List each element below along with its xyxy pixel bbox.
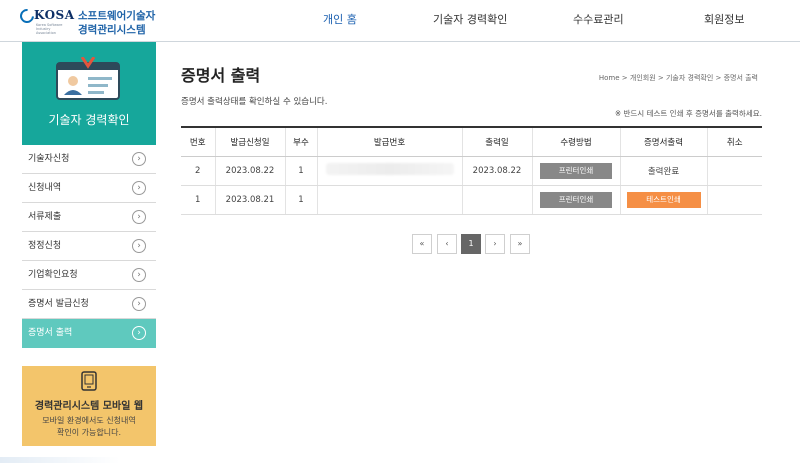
sidebar-item-engineer-apply[interactable]: 기술자신청 ›	[22, 145, 156, 174]
chevron-right-icon: ›	[132, 268, 146, 282]
column-header-print-date: 출력일	[461, 126, 532, 157]
cell-copies: 1	[284, 185, 317, 215]
sidebar-item-correction-request[interactable]: 정정신청 ›	[22, 232, 156, 261]
column-header-no: 번호	[181, 126, 215, 157]
cell-copies: 1	[284, 156, 317, 186]
chevron-right-icon: ›	[132, 297, 146, 311]
sidebar-item-document-submit[interactable]: 서류제출 ›	[22, 203, 156, 232]
print-notice: ※ 반드시 테스트 인쇄 후 증명서를 출력하세요.	[614, 109, 762, 118]
header: KOSA Korea Software Industry Association…	[0, 0, 800, 42]
sidebar-title: 기술자 경력확인	[48, 113, 130, 127]
mobile-web-banner[interactable]: 경력관리시스템 모바일 웹 모바일 환경에서도 신청내역 확인이 가능합니다.	[22, 366, 156, 446]
cell-cancel	[706, 156, 762, 186]
certificate-table: 번호 발급신청일 부수 발급번호 출력일 수령방법 증명서출력 취소 2 202…	[181, 126, 762, 215]
breadcrumb: Home > 개인회원 > 기술자 경력확인 > 증명서 출력	[598, 74, 758, 82]
redacted-issue-number	[325, 163, 454, 175]
chevron-right-icon: ›	[132, 210, 146, 224]
table-header-row: 번호 발급신청일 부수 발급번호 출력일 수령방법 증명서출력 취소	[181, 126, 762, 157]
sidebar-item-label: 증명서 출력	[28, 328, 73, 338]
sidebar-item-application-history[interactable]: 신청내역 ›	[22, 174, 156, 203]
next-page-button[interactable]: ›	[485, 234, 505, 254]
nav-career-check[interactable]: 기술자 경력확인	[433, 11, 507, 27]
test-print-button[interactable]: 테스트인쇄	[626, 191, 701, 208]
mobile-banner-description: 모바일 환경에서도 신청내역 확인이 가능합니다.	[22, 415, 156, 439]
cell-apply-date: 2023.08.21	[214, 185, 285, 215]
sidebar-item-label: 신청내역	[28, 183, 62, 193]
chevron-right-icon: ›	[132, 152, 146, 166]
mobile-banner-desc-line1: 모바일 환경에서도 신청내역	[42, 416, 136, 425]
cell-no: 2	[181, 156, 215, 186]
prev-page-button[interactable]: ‹	[437, 234, 457, 254]
mobile-banner-desc-line2: 확인이 가능합니다.	[57, 428, 121, 437]
column-header-cancel: 취소	[706, 126, 762, 157]
page: KOSA Korea Software Industry Association…	[0, 0, 800, 463]
chevron-right-icon: ›	[132, 239, 146, 253]
nav-fee-management[interactable]: 수수료관리	[573, 11, 624, 27]
column-header-cert-print: 증명서출력	[619, 126, 707, 157]
nav-personal-home[interactable]: 개인 홈	[323, 11, 357, 27]
logo-title-line1: 소프트웨어기술자	[78, 10, 156, 22]
cell-status: 출력완료	[619, 156, 707, 186]
mobile-banner-title: 경력관리시스템 모바일 웹	[34, 401, 144, 412]
logo-title-line2: 경력관리시스템	[78, 24, 146, 36]
sidebar-item-company-confirm[interactable]: 기업확인요청 ›	[22, 261, 156, 290]
sidebar-item-label: 기술자신청	[28, 154, 70, 164]
table-row: 1 2023.08.21 1 프린터인쇄 테스트인쇄	[181, 185, 762, 215]
sidebar-item-label: 증명서 발급신청	[28, 299, 89, 309]
cell-print-date: 2023.08.22	[461, 156, 532, 186]
cell-cancel	[706, 185, 762, 215]
nav-member-info[interactable]: 회원정보	[704, 11, 744, 27]
last-page-button[interactable]: »	[510, 234, 530, 254]
cell-print-date	[461, 185, 532, 215]
chevron-right-icon: ›	[132, 181, 146, 195]
cell-method: 프린터인쇄	[531, 156, 620, 186]
page-description: 증명서 출력상태를 확인하실 수 있습니다.	[181, 97, 328, 107]
id-card-icon	[56, 57, 120, 100]
sidebar-item-certificate-request[interactable]: 증명서 발급신청 ›	[22, 290, 156, 319]
sidebar-menu: 기술자신청 › 신청내역 › 서류제출 › 정정신청 › 기업확인요청 › 증명…	[22, 145, 156, 348]
bottom-scroll-shadow	[0, 457, 120, 463]
column-header-copies: 부수	[284, 126, 317, 157]
table-row: 2 2023.08.22 1 2023.08.22 프린터인쇄 출력완료	[181, 156, 762, 186]
cell-method: 프린터인쇄	[531, 185, 620, 215]
printer-print-button[interactable]: 프린터인쇄	[540, 162, 612, 179]
sidebar-item-label: 기업확인요청	[28, 270, 78, 280]
sidebar-item-certificate-print[interactable]: 증명서 출력 ›	[22, 319, 156, 348]
chevron-right-icon: ›	[132, 326, 146, 340]
sidebar-item-label: 서류제출	[28, 212, 62, 222]
logo-kosa-subtext: Korea Software Industry Association	[36, 23, 63, 35]
sidebar-header: 기술자 경력확인	[22, 42, 156, 145]
cell-issue-no	[316, 156, 462, 186]
column-header-issue-no: 발급번호	[316, 126, 462, 157]
page-title: 증명서 출력	[181, 66, 261, 85]
sidebar-item-label: 정정신청	[28, 241, 62, 251]
first-page-button[interactable]: «	[412, 234, 432, 254]
printer-print-button[interactable]: 프린터인쇄	[540, 191, 612, 208]
page-1-button[interactable]: 1	[461, 234, 481, 254]
cell-no: 1	[181, 185, 215, 215]
kosa-logo[interactable]: KOSA Korea Software Industry Association…	[17, 5, 160, 37]
column-header-method: 수령방법	[531, 126, 620, 157]
column-header-apply-date: 발급신청일	[214, 126, 285, 157]
mobile-phone-icon	[81, 371, 97, 391]
cell-issue-no	[316, 185, 462, 215]
logo-kosa-text: KOSA	[34, 8, 75, 22]
cell-apply-date: 2023.08.22	[214, 156, 285, 186]
cell-status: 테스트인쇄	[619, 185, 707, 215]
